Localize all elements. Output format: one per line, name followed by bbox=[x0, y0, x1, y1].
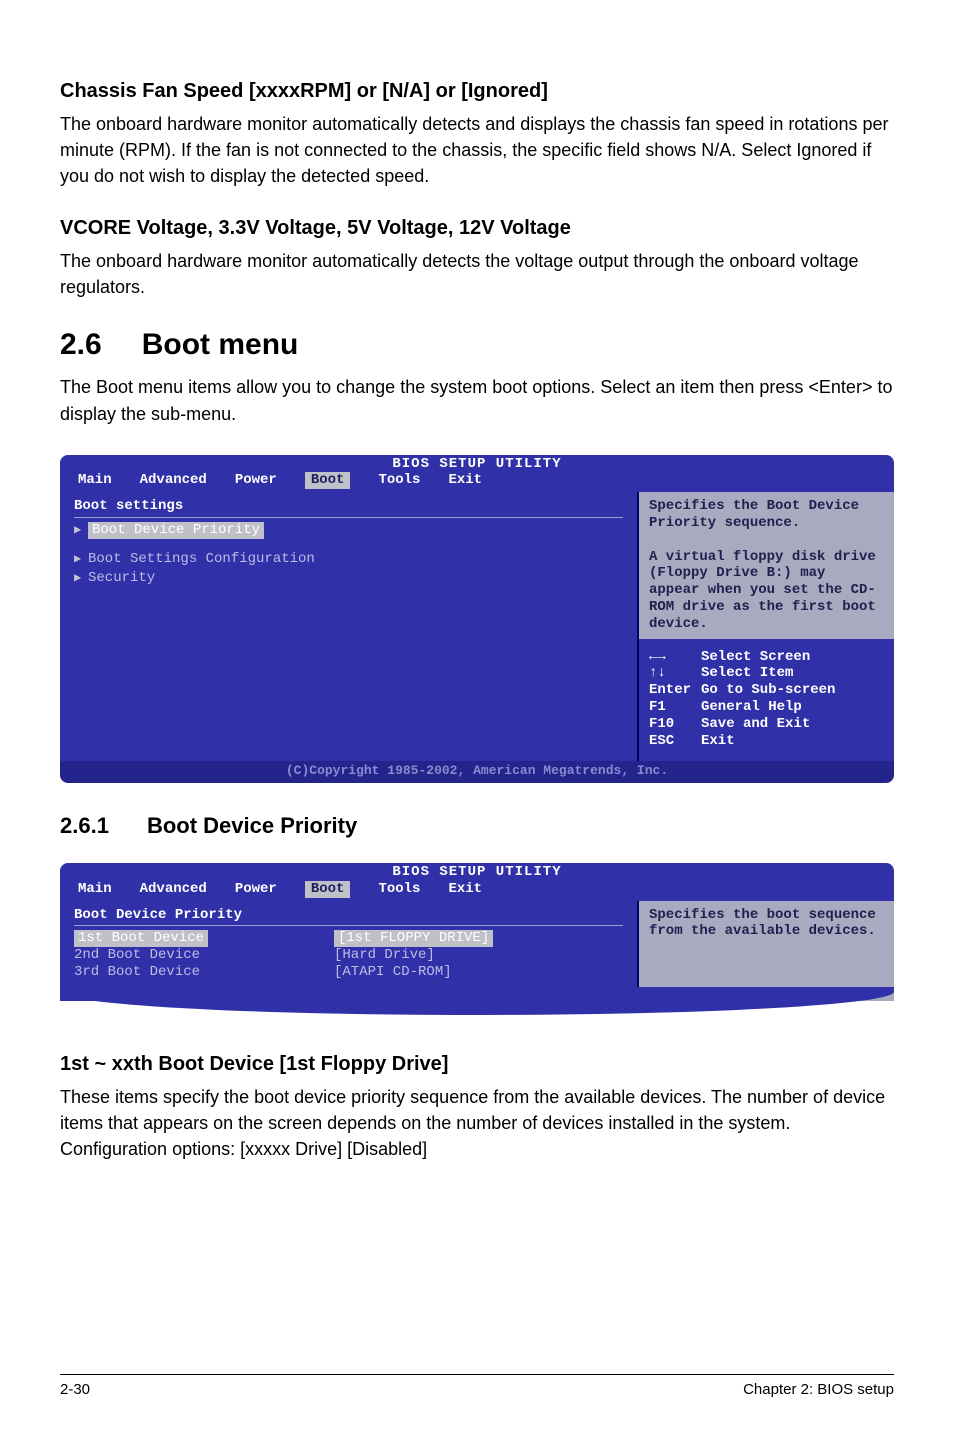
footer-chapter: Chapter 2: BIOS setup bbox=[743, 1381, 894, 1398]
row-2nd-boot[interactable]: 2nd Boot Device [Hard Drive] bbox=[74, 947, 623, 964]
footer-page-number: 2-30 bbox=[60, 1381, 90, 1398]
triangle-icon: ▶ bbox=[74, 552, 88, 566]
tab-exit[interactable]: Exit bbox=[448, 472, 482, 489]
bios-left-title: Boot Device Priority bbox=[74, 907, 623, 924]
key-label: Select Item bbox=[701, 665, 793, 682]
key-icon: F10 bbox=[649, 716, 701, 733]
tab-boot[interactable]: Boot bbox=[305, 881, 351, 898]
row-3rd-boot[interactable]: 3rd Boot Device [ATAPI CD-ROM] bbox=[74, 964, 623, 981]
bios-header: BIOS SETUP UTILITY bbox=[60, 863, 894, 881]
tab-tools[interactable]: Tools bbox=[378, 472, 420, 489]
bios-help-text: Specifies the boot sequence from the ava… bbox=[639, 901, 894, 1001]
sub-title: Boot Device Priority bbox=[147, 813, 357, 838]
bios-tabs: Main Advanced Power Boot Tools Exit bbox=[60, 472, 894, 492]
row-label: 1st Boot Device bbox=[74, 930, 208, 947]
body-vcore: The onboard hardware monitor automatical… bbox=[60, 248, 894, 300]
tab-tools[interactable]: Tools bbox=[378, 881, 420, 898]
key-label: Select Screen bbox=[701, 649, 810, 666]
body-first-boot-device: These items specify the boot device prio… bbox=[60, 1084, 894, 1162]
row-1st-boot[interactable]: 1st Boot Device [1st FLOPPY DRIVE] bbox=[74, 930, 623, 947]
menu-boot-settings-config[interactable]: ▶ Boot Settings Configuration bbox=[74, 551, 623, 568]
heading-first-boot-device: 1st ~ xxth Boot Device [1st Floppy Drive… bbox=[60, 1053, 894, 1076]
bios-panel-boot-priority: BIOS SETUP UTILITY Main Advanced Power B… bbox=[60, 863, 894, 1023]
bios-left-title: Boot settings bbox=[74, 498, 623, 515]
body-boot-menu: The Boot menu items allow you to change … bbox=[60, 374, 894, 426]
menu-label: Boot Device Priority bbox=[88, 522, 264, 539]
tab-main[interactable]: Main bbox=[78, 472, 112, 489]
heading-chassis: Chassis Fan Speed [xxxxRPM] or [N/A] or … bbox=[60, 80, 894, 103]
bios-left-pane: Boot Device Priority 1st Boot Device [1s… bbox=[60, 901, 639, 1001]
row-label: 3rd Boot Device bbox=[74, 964, 334, 981]
tab-main[interactable]: Main bbox=[78, 881, 112, 898]
bios-divider bbox=[74, 517, 623, 518]
row-value: [1st FLOPPY DRIVE] bbox=[334, 930, 493, 947]
body-chassis: The onboard hardware monitor automatical… bbox=[60, 111, 894, 189]
heading-boot-menu: 2.6 Boot menu bbox=[60, 328, 894, 362]
chapter-number: 2.6 bbox=[60, 328, 102, 361]
tab-power[interactable]: Power bbox=[235, 881, 277, 898]
sub-number: 2.6.1 bbox=[60, 813, 109, 838]
key-label: Save and Exit bbox=[701, 716, 810, 733]
menu-label: Security bbox=[88, 570, 155, 587]
chapter-title: Boot menu bbox=[142, 328, 299, 361]
bios-key-legend: ←→Select Screen ↑↓Select Item EnterGo to… bbox=[639, 639, 894, 762]
bios-left-pane: Boot settings ▶ Boot Device Priority ▶ B… bbox=[60, 492, 639, 761]
key-icon: ESC bbox=[649, 733, 701, 750]
bios-copyright: (C)Copyright 1985-2002, American Megatre… bbox=[60, 761, 894, 783]
heading-boot-device-priority: 2.6.1 Boot Device Priority bbox=[60, 813, 894, 839]
key-icon: Enter bbox=[649, 682, 701, 699]
bios-divider bbox=[74, 925, 623, 926]
triangle-icon: ▶ bbox=[74, 523, 88, 537]
row-value: [Hard Drive] bbox=[334, 947, 435, 964]
bios-right-pane: Specifies the Boot Device Priority seque… bbox=[639, 492, 894, 761]
menu-boot-device-priority[interactable]: ▶ Boot Device Priority bbox=[74, 522, 623, 539]
row-value: [ATAPI CD-ROM] bbox=[334, 964, 452, 981]
triangle-icon: ▶ bbox=[74, 571, 88, 585]
bios-tabs: Main Advanced Power Boot Tools Exit bbox=[60, 881, 894, 901]
tab-exit[interactable]: Exit bbox=[448, 881, 482, 898]
menu-label: Boot Settings Configuration bbox=[88, 551, 315, 568]
heading-vcore: VCORE Voltage, 3.3V Voltage, 5V Voltage,… bbox=[60, 217, 894, 240]
bios-panel-boot-settings: BIOS SETUP UTILITY Main Advanced Power B… bbox=[60, 455, 894, 783]
tab-advanced[interactable]: Advanced bbox=[140, 472, 207, 489]
row-label: 2nd Boot Device bbox=[74, 947, 334, 964]
menu-security[interactable]: ▶ Security bbox=[74, 570, 623, 587]
tab-boot[interactable]: Boot bbox=[305, 472, 351, 489]
tab-advanced[interactable]: Advanced bbox=[140, 881, 207, 898]
bios-help-text: Specifies the Boot Device Priority seque… bbox=[639, 492, 894, 638]
bios-header: BIOS SETUP UTILITY bbox=[60, 455, 894, 473]
panel-curve bbox=[60, 1001, 894, 1023]
bios-right-pane: Specifies the boot sequence from the ava… bbox=[639, 901, 894, 1001]
key-label: Go to Sub-screen bbox=[701, 682, 835, 699]
key-label: Exit bbox=[701, 733, 735, 750]
key-icon: ↑↓ bbox=[649, 665, 701, 682]
key-icon: F1 bbox=[649, 699, 701, 716]
tab-power[interactable]: Power bbox=[235, 472, 277, 489]
key-icon: ←→ bbox=[649, 649, 701, 666]
page-footer: 2-30 Chapter 2: BIOS setup bbox=[60, 1374, 894, 1398]
key-label: General Help bbox=[701, 699, 802, 716]
